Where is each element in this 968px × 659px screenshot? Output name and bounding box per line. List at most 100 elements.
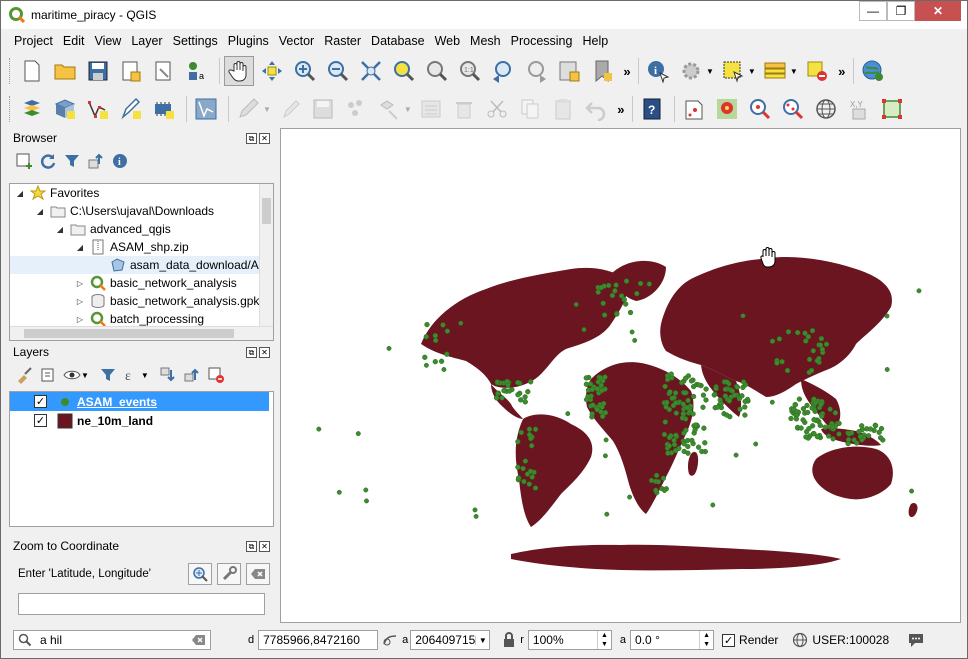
chevron-down-icon[interactable]: ▼	[790, 67, 798, 76]
save-project-button[interactable]	[83, 56, 113, 86]
menu-layer[interactable]: Layer	[126, 31, 167, 51]
browser-horizontal-scrollbar[interactable]	[10, 326, 273, 340]
undo-button[interactable]	[581, 94, 611, 124]
minimize-button[interactable]: —	[859, 1, 887, 21]
coordinate-input[interactable]	[18, 593, 265, 615]
xy-tools-button[interactable]: X,Y	[844, 94, 874, 124]
chevron-down-icon[interactable]: ▼	[141, 371, 149, 380]
edit-pencil-button[interactable]	[275, 94, 305, 124]
menu-view[interactable]: View	[89, 31, 126, 51]
float-panel-button[interactable]: ⧉	[246, 540, 257, 552]
crs-label[interactable]: USER:100028	[812, 633, 889, 647]
web-plugin-button[interactable]	[858, 56, 888, 86]
save-layer-edits-button[interactable]	[308, 94, 338, 124]
search-points-button[interactable]	[778, 94, 808, 124]
browser-item-asam-shapefile[interactable]: asam_data_download/A	[10, 256, 273, 274]
remove-layer-icon[interactable]	[207, 366, 225, 384]
menu-edit[interactable]: Edit	[58, 31, 90, 51]
new-project-button[interactable]	[17, 56, 47, 86]
render-checkbox[interactable]: ✓	[722, 633, 736, 647]
spin-arrows-icon[interactable]: ▲ ▼	[596, 631, 611, 649]
expression-filter-icon[interactable]: ε	[123, 366, 141, 384]
paintbrush-icon[interactable]	[15, 366, 33, 384]
close-panel-button[interactable]: ✕	[259, 132, 270, 144]
help-contents-button[interactable]: ?	[637, 94, 667, 124]
open-project-button[interactable]	[50, 56, 80, 86]
menu-mesh[interactable]: Mesh	[465, 31, 506, 51]
expand-arrow-icon[interactable]: ◢	[74, 243, 86, 252]
menu-project[interactable]: Project	[9, 31, 58, 51]
close-panel-button[interactable]: ✕	[259, 346, 270, 358]
rotation-spinbox[interactable]: 0.0 ° ▲ ▼	[630, 630, 715, 650]
chevron-down-icon[interactable]: ▼	[404, 105, 412, 114]
chevron-down-icon[interactable]: ▼	[263, 105, 271, 114]
clear-coordinate-button[interactable]	[246, 563, 270, 585]
expand-arrow-icon[interactable]: ▷	[74, 297, 86, 306]
toolbar-grip[interactable]	[9, 96, 13, 122]
menu-web[interactable]: Web	[430, 31, 465, 51]
capture-coordinate-button[interactable]	[217, 563, 241, 585]
toolbar-overflow-button[interactable]: »	[614, 102, 628, 117]
globe-web-button[interactable]	[811, 94, 841, 124]
browser-item-basic-network-analysis[interactable]: ▷ basic_network_analysis	[10, 274, 273, 292]
new-map-view-button[interactable]	[554, 56, 584, 86]
toggle-editing-button[interactable]	[191, 94, 221, 124]
crs-globe-icon[interactable]	[792, 632, 808, 648]
info-icon[interactable]: i	[111, 152, 129, 170]
pan-to-selection-button[interactable]	[257, 56, 287, 86]
paste-features-button[interactable]	[548, 94, 578, 124]
coordinate-display[interactable]: 7785966,8472160	[258, 630, 379, 650]
zoom-last-button[interactable]	[488, 56, 518, 86]
messages-icon[interactable]	[907, 632, 925, 648]
modify-attributes-button[interactable]	[416, 94, 446, 124]
layout-manager-button[interactable]	[149, 56, 179, 86]
copy-features-button[interactable]	[515, 94, 545, 124]
menu-processing[interactable]: Processing	[506, 31, 578, 51]
data-source-manager-button[interactable]	[17, 94, 47, 124]
add-layer-icon[interactable]	[15, 152, 33, 170]
locator-search[interactable]: a hil	[13, 630, 211, 650]
current-edits-button[interactable]	[233, 94, 263, 124]
browser-item-asam-zip[interactable]: ◢ ASAM_shp.zip	[10, 238, 273, 256]
browser-item-favorites[interactable]: ◢ Favorites	[10, 184, 273, 202]
zoom-full-button[interactable]	[356, 56, 386, 86]
chevron-down-icon[interactable]: ▼	[748, 67, 756, 76]
toggle-extents-icon[interactable]	[382, 632, 398, 648]
layer-visibility-checkbox[interactable]: ✓	[34, 414, 47, 427]
float-panel-button[interactable]: ⧉	[246, 346, 257, 358]
heatmap-button[interactable]	[712, 94, 742, 124]
style-manager-button[interactable]: a	[182, 56, 212, 86]
digitize-with-curve-button[interactable]	[116, 94, 146, 124]
clear-icon[interactable]	[192, 634, 206, 646]
run-action-button[interactable]	[676, 56, 706, 86]
open-attribute-table-button[interactable]	[760, 56, 790, 86]
layer-item-asam-events[interactable]: ✓ ASAM_events	[10, 392, 273, 411]
browser-item-downloads[interactable]: ◢ C:\Users\ujaval\Downloads	[10, 202, 273, 220]
new-temporary-scratch-layer-button[interactable]	[149, 94, 179, 124]
menu-raster[interactable]: Raster	[319, 31, 366, 51]
add-group-icon[interactable]	[39, 366, 57, 384]
expand-arrow-icon[interactable]: ◢	[14, 189, 26, 198]
expand-all-icon[interactable]	[159, 366, 177, 384]
float-panel-button[interactable]: ⧉	[246, 132, 257, 144]
close-panel-button[interactable]: ✕	[259, 540, 270, 552]
eye-icon[interactable]	[63, 366, 81, 384]
toolbar-overflow-button[interactable]: »	[620, 64, 634, 79]
zoom-to-selection-button[interactable]	[389, 56, 419, 86]
collapse-all-icon[interactable]	[183, 366, 201, 384]
refresh-icon[interactable]	[39, 152, 57, 170]
menu-vector[interactable]: Vector	[274, 31, 319, 51]
expand-arrow-icon[interactable]: ◢	[54, 225, 66, 234]
zoom-in-button[interactable]	[290, 56, 320, 86]
zoom-native-resolution-button[interactable]: 1:1	[455, 56, 485, 86]
pan-map-button[interactable]	[224, 56, 254, 86]
zoom-to-layer-button[interactable]	[422, 56, 452, 86]
close-button[interactable]: ✕	[915, 1, 961, 21]
browser-item-advanced-qgis[interactable]: ◢ advanced_qgis	[10, 220, 273, 238]
expand-arrow-icon[interactable]: ◢	[34, 207, 46, 216]
identify-features-button[interactable]: i	[643, 56, 673, 86]
zoom-out-button[interactable]	[323, 56, 353, 86]
browser-item-basic-network-gpkg[interactable]: ▷ basic_network_analysis.gpk	[10, 292, 273, 310]
chevron-down-icon[interactable]: ▼	[81, 371, 89, 380]
zoom-to-coordinate-button[interactable]	[188, 563, 212, 585]
